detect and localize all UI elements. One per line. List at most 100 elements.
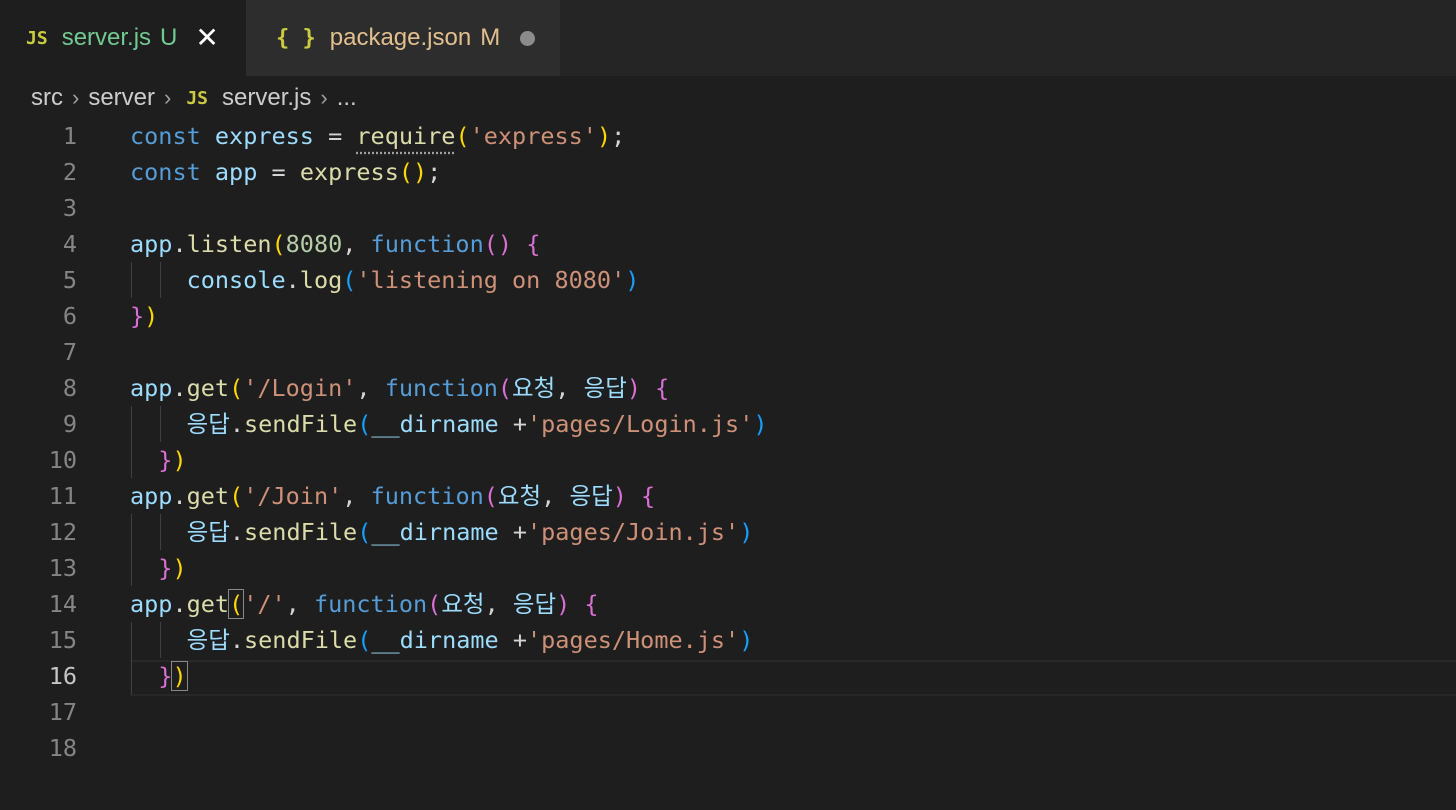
- code-token: }: [158, 446, 173, 474]
- code-line[interactable]: 1 const express = require('express');: [0, 118, 1456, 154]
- code-token: .: [229, 626, 244, 654]
- code-line[interactable]: 2 const app = express();: [0, 154, 1456, 190]
- code-token: ,: [342, 230, 371, 258]
- tab-package-json[interactable]: { } package.json M: [246, 0, 560, 76]
- line-number: 4: [62, 230, 77, 258]
- code-line[interactable]: 10 }): [0, 442, 1456, 478]
- code-token: express: [299, 158, 399, 186]
- code-line[interactable]: 7: [0, 334, 1456, 370]
- line-number: 2: [62, 158, 77, 186]
- code-line[interactable]: 15 응답.sendFile(__dirname +'pages/Home.js…: [0, 622, 1456, 658]
- code-token: {: [526, 230, 541, 258]
- code-line[interactable]: 9 응답.sendFile(__dirname +'pages/Login.js…: [0, 406, 1456, 442]
- breadcrumb-item-file[interactable]: server.js: [222, 84, 311, 112]
- code-text[interactable]: console.log('listening on 8080'): [130, 262, 640, 298]
- code-token: ): [172, 446, 187, 474]
- code-text[interactable]: }): [130, 550, 187, 586]
- code-token: app: [130, 230, 173, 258]
- code-token: (: [427, 590, 442, 618]
- code-token: ): [556, 590, 571, 618]
- code-token: ): [612, 482, 627, 510]
- code-line[interactable]: 14 app.get('/', function(요청, 응답) {: [0, 586, 1456, 622]
- code-text[interactable]: app.get('/Login', function(요청, 응답) {: [130, 370, 669, 406]
- code-token: ): [172, 554, 187, 582]
- line-number: 18: [48, 734, 77, 762]
- code-token: 응답: [583, 374, 627, 402]
- code-line[interactable]: 13 }): [0, 550, 1456, 586]
- code-line[interactable]: 12 응답.sendFile(__dirname +'pages/Join.js…: [0, 514, 1456, 550]
- code-token: ;: [427, 158, 442, 186]
- breadcrumb-item-symbols[interactable]: ...: [337, 84, 357, 112]
- code-token: =: [313, 122, 357, 150]
- code-token: ): [739, 518, 754, 546]
- code-text[interactable]: }): [130, 442, 187, 478]
- code-text[interactable]: }): [130, 298, 158, 334]
- code-line[interactable]: 8 app.get('/Login', function(요청, 응답) {: [0, 370, 1456, 406]
- code-token: __dirname: [371, 518, 499, 546]
- code-token: get: [186, 374, 230, 402]
- code-text[interactable]: app.listen(8080, function() {: [130, 226, 540, 262]
- code-token: (: [455, 122, 470, 150]
- code-text[interactable]: 응답.sendFile(__dirname +'pages/Home.js'): [130, 622, 754, 658]
- code-token: app: [214, 158, 258, 186]
- indent-guide: [160, 622, 161, 658]
- code-token: __dirname: [371, 626, 499, 654]
- code-text[interactable]: const express = require('express');: [130, 118, 625, 154]
- code-line[interactable]: 16 }): [0, 658, 1456, 694]
- unsaved-dot-icon[interactable]: [520, 30, 536, 46]
- line-number: 9: [62, 410, 77, 438]
- code-line[interactable]: 18: [0, 730, 1456, 766]
- code-token: sendFile: [244, 626, 358, 654]
- code-token: +: [498, 626, 527, 654]
- code-text[interactable]: app.get('/', function(요청, 응답) {: [130, 586, 599, 622]
- code-line[interactable]: 17: [0, 694, 1456, 730]
- line-number: 15: [48, 626, 77, 654]
- code-token: }: [130, 302, 145, 330]
- code-line[interactable]: 6}): [0, 298, 1456, 334]
- code-line[interactable]: 11 app.get('/Join', function(요청, 응답) {: [0, 478, 1456, 514]
- code-token: function: [384, 374, 498, 402]
- code-token: app: [130, 374, 173, 402]
- code-token: (: [229, 374, 244, 402]
- line-number: 1: [62, 122, 77, 150]
- code-token: 'pages/Home.js': [526, 626, 740, 654]
- code-token: ): [144, 302, 159, 330]
- code-token: .: [229, 518, 244, 546]
- editor-tab-bar: JS server.js U ✕ { } package.json M: [0, 0, 1456, 76]
- code-token: function: [370, 482, 484, 510]
- code-token: app: [130, 482, 173, 510]
- code-token: get: [186, 482, 230, 510]
- close-icon[interactable]: ✕: [195, 24, 218, 52]
- code-line[interactable]: 3: [0, 190, 1456, 226]
- chevron-right-icon: ›: [320, 85, 328, 110]
- line-number: 6: [62, 302, 77, 330]
- code-token: {: [655, 374, 670, 402]
- code-line[interactable]: 4 app.listen(8080, function() {: [0, 226, 1456, 262]
- code-token: 8080: [285, 230, 343, 258]
- code-text[interactable]: app.get('/Join', function(요청, 응답) {: [130, 478, 655, 514]
- code-token: ): [626, 374, 641, 402]
- breadcrumb-item-server[interactable]: server: [88, 84, 155, 112]
- indent-guide: [160, 514, 161, 550]
- code-text[interactable]: 응답.sendFile(__dirname +'pages/Login.js'): [130, 406, 768, 442]
- code-token: get: [186, 590, 230, 618]
- code-text[interactable]: const app = express();: [130, 154, 441, 190]
- code-text[interactable]: }): [130, 658, 188, 694]
- indent-guide: [131, 622, 132, 694]
- code-token: 응답: [512, 590, 557, 618]
- code-line[interactable]: 5 console.log('listening on 8080'): [0, 262, 1456, 298]
- chevron-right-icon: ›: [164, 85, 172, 110]
- code-token: }: [158, 554, 173, 582]
- code-token: function: [313, 590, 428, 618]
- breadcrumb-item-src[interactable]: src: [31, 84, 63, 112]
- code-token: .: [172, 230, 187, 258]
- code-text[interactable]: 응답.sendFile(__dirname +'pages/Join.js'): [130, 514, 754, 550]
- javascript-file-icon: JS: [186, 87, 209, 109]
- tab-server-js[interactable]: JS server.js U ✕: [0, 0, 246, 76]
- javascript-file-icon: JS: [26, 27, 48, 49]
- code-token: 응답: [186, 518, 230, 546]
- code-token: const: [130, 122, 201, 150]
- code-token: 요청: [512, 374, 556, 402]
